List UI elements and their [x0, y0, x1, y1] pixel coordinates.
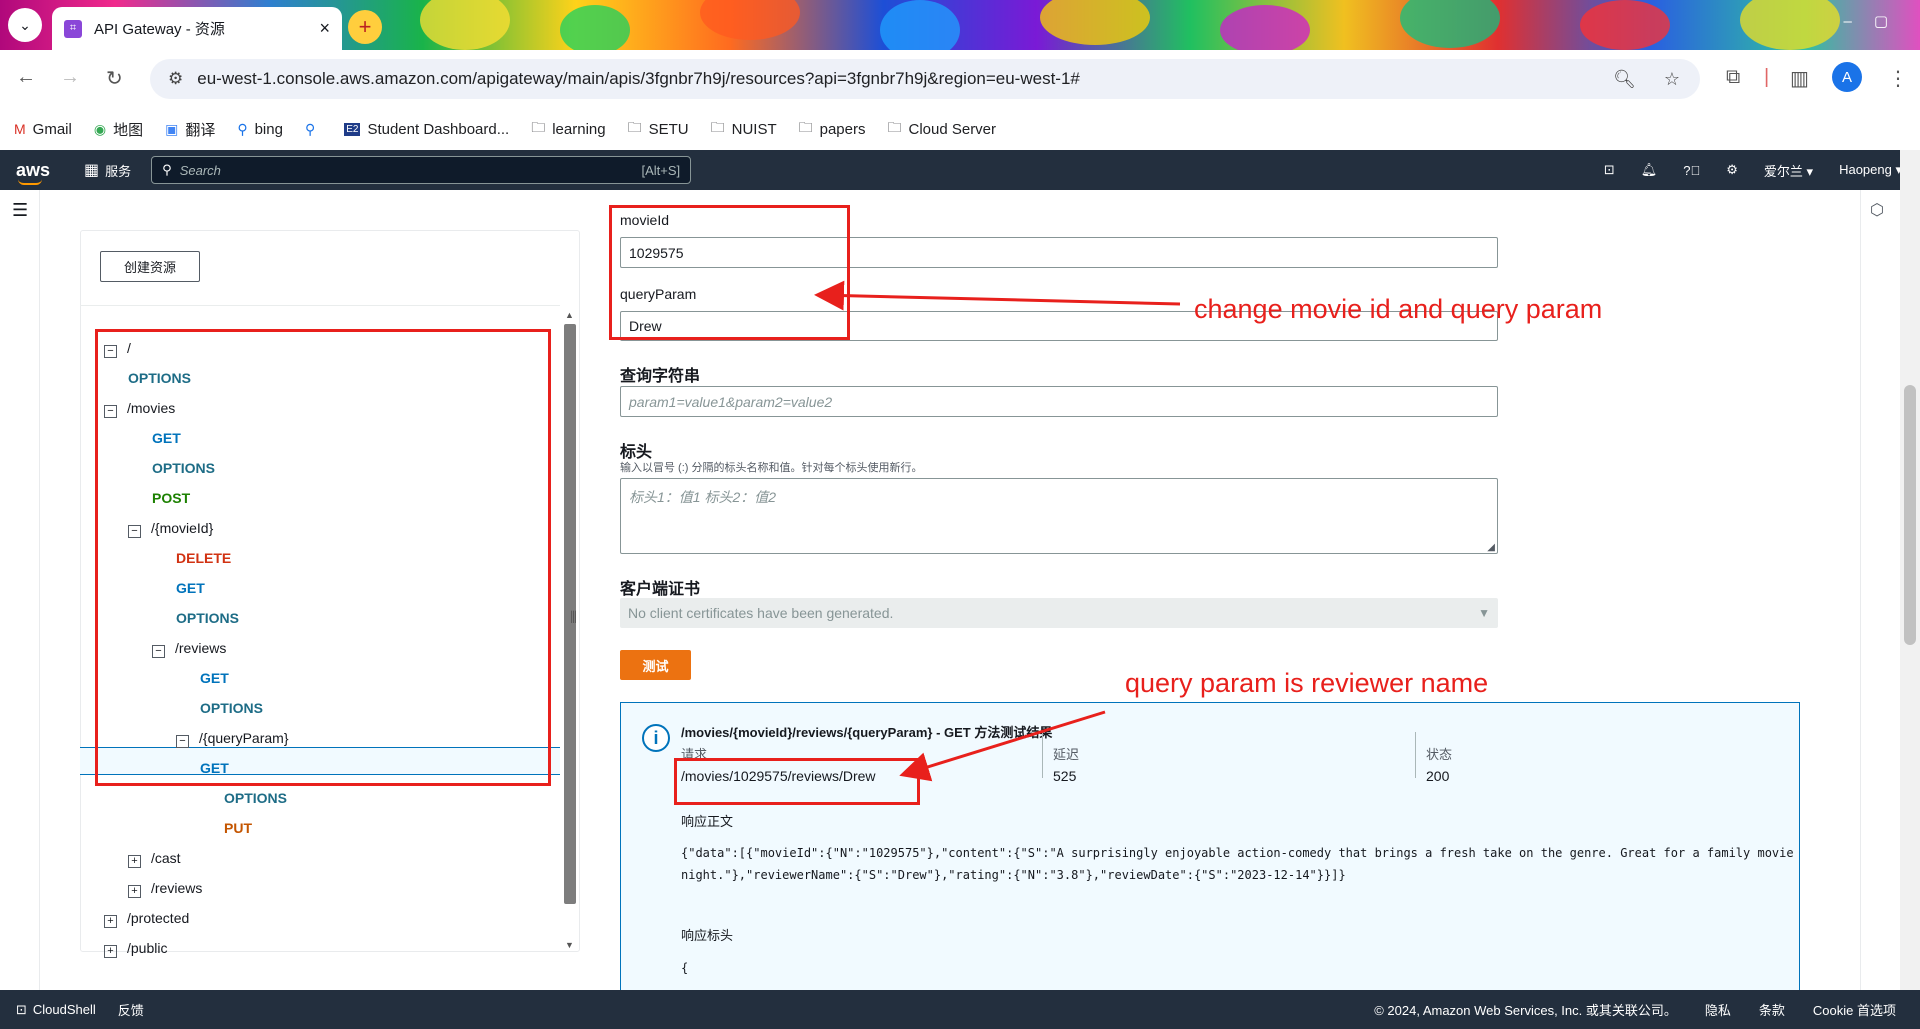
terms-link[interactable]: 条款	[1759, 1000, 1785, 1019]
cloudshell-button[interactable]: ⊡ CloudShell	[16, 1002, 96, 1018]
aws-console-footer: ⊡ CloudShell 反馈 © 2024, Amazon Web Servic…	[0, 990, 1920, 1029]
feedback-link[interactable]: 反馈	[118, 1000, 144, 1019]
cookie-preferences-link[interactable]: Cookie 首选项	[1813, 1000, 1896, 1019]
annotation-arrow	[814, 280, 1181, 311]
annotation-text-top: change movie id and query param	[1194, 294, 1603, 324]
copyright-text: © 2024, Amazon Web Services, Inc. 或其关联公司…	[1374, 1003, 1677, 1018]
annotation-arrow	[899, 710, 1106, 782]
terminal-icon: ⊡	[16, 1001, 27, 1017]
annotation-text-bottom: query param is reviewer name	[1125, 668, 1489, 698]
privacy-link[interactable]: 隐私	[1705, 1000, 1731, 1019]
annotation-arrows	[814, 280, 1181, 782]
